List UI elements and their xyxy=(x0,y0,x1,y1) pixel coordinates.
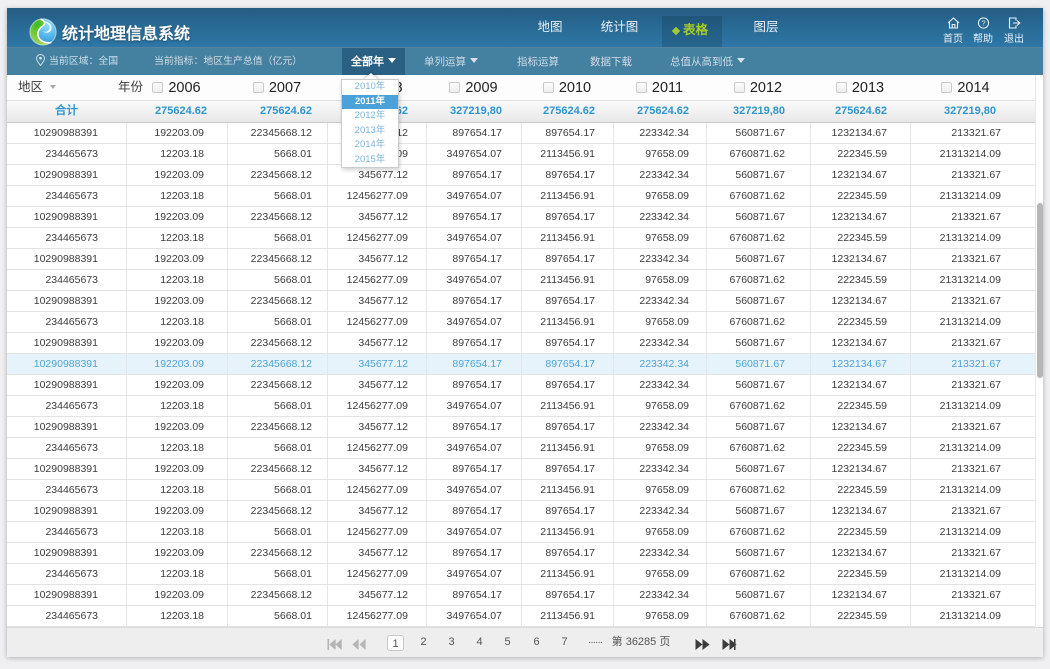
svg-text:?: ? xyxy=(981,19,985,28)
